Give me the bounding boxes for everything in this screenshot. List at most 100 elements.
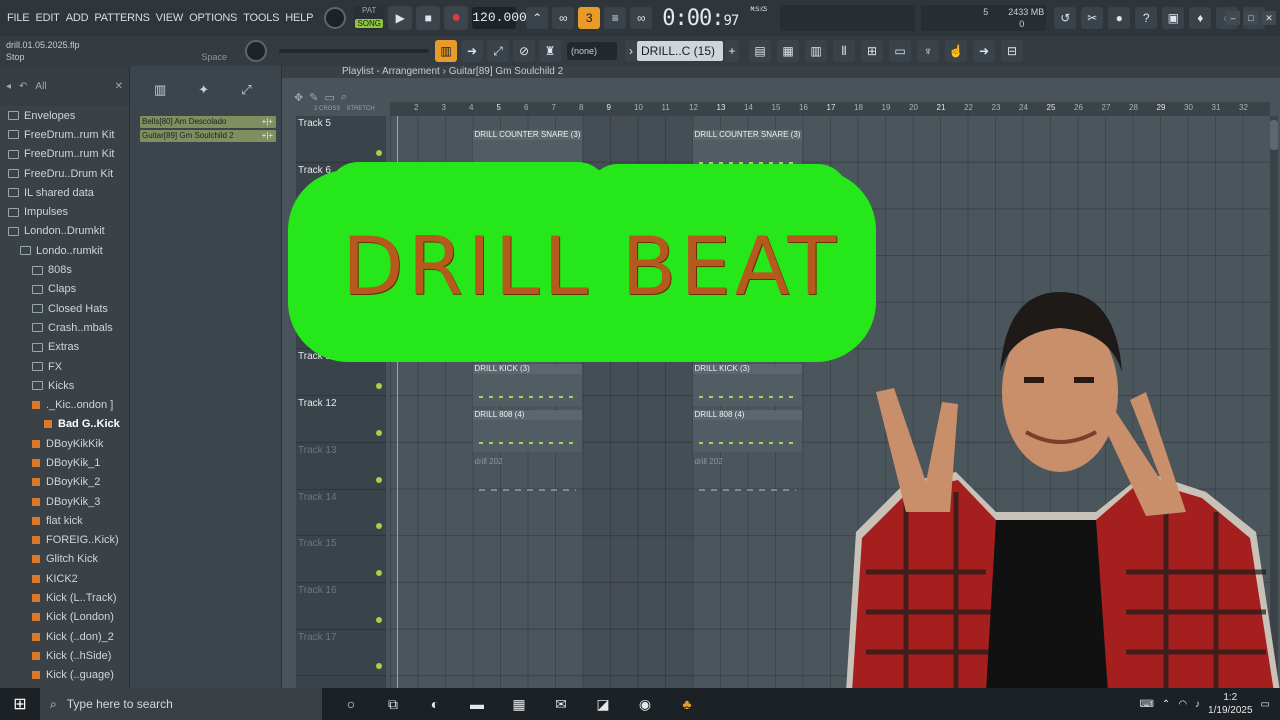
browser-sample[interactable]: flat kick (0, 511, 129, 530)
pat-song-toggle[interactable]: PAT SONG (354, 6, 385, 30)
touch-icon[interactable]: ☝ (945, 40, 967, 62)
browser-sample[interactable]: Kick (L..Track) (0, 588, 129, 607)
track-mute-led[interactable] (376, 476, 382, 483)
channel-item[interactable]: Bells[80] Am Descolado (140, 116, 276, 128)
browser-folder[interactable]: Claps (0, 280, 129, 299)
piano-icon[interactable]: ▥ (805, 40, 827, 62)
close-icon[interactable]: ✕ (1262, 11, 1276, 25)
stamp-icon[interactable]: ♜ (539, 40, 561, 62)
menu-item-file[interactable]: FILE (4, 12, 32, 24)
track-mute-led[interactable] (376, 663, 382, 670)
browser-sample[interactable]: Glitch Kick (0, 550, 129, 569)
browser-sample[interactable]: DBoyKikKik (0, 434, 129, 453)
browser-folder[interactable]: Crash..mbals (0, 318, 129, 337)
browser-sample[interactable]: KICK2 (0, 569, 129, 588)
browser-folder[interactable]: FX (0, 357, 129, 376)
menu-item-view[interactable]: VIEW (153, 12, 186, 24)
browser-folder[interactable]: Londo..rumkit (0, 241, 129, 260)
add-pattern-icon[interactable]: + (725, 40, 739, 62)
track-header[interactable]: Track 16 (296, 583, 386, 630)
tempo-display[interactable]: 120.000 (472, 7, 527, 29)
arrow-icon[interactable]: ➜ (461, 40, 483, 62)
help-icon[interactable]: ? (1135, 7, 1158, 29)
stretch-option[interactable]: STRETCH (346, 106, 374, 112)
project-icon[interactable]: ▭ (889, 40, 911, 62)
automation-icon[interactable]: ⤢ (241, 82, 251, 98)
clock[interactable]: 1:2 1/19/2025 (1208, 691, 1253, 717)
menu-item-patterns[interactable]: PATTERNS (91, 12, 152, 24)
track-mute-led[interactable] (376, 383, 382, 390)
task-view-icon[interactable]: ⧉ (382, 693, 404, 715)
browser-folder[interactable]: FreeDrum..rum Kit (0, 125, 129, 144)
blend-notes-icon[interactable]: ≡ (604, 7, 627, 29)
tool-arrow-icon[interactable]: ✥ (294, 91, 303, 104)
browser-icon[interactable]: ⊞ (861, 40, 883, 62)
browser-undo-icon[interactable]: ↶ (19, 81, 27, 92)
tempo-slider[interactable] (279, 49, 429, 53)
browser-folder[interactable]: London..Drumkit (0, 222, 129, 241)
pattern-clip[interactable]: DRILL 808 (4) (472, 410, 582, 453)
media-icon[interactable]: ◉ (634, 693, 656, 715)
tray-arrow-icon[interactable]: ⌃ (1162, 699, 1170, 710)
timeline-ruler[interactable]: 2 3 4 5 6 7 8 9 10 11 12 13 14 15 16 17 18 19 20 21 22 23 24 25… (390, 102, 1270, 116)
browser-folder[interactable]: Impulses (0, 202, 129, 221)
track-header[interactable]: Track 13 (296, 443, 386, 490)
track-mute-led[interactable] (376, 149, 382, 156)
browser-folder[interactable]: 808s (0, 260, 129, 279)
browser-folder[interactable]: FreeDru..Drum Kit (0, 164, 129, 183)
play-button[interactable]: ▶ (388, 6, 413, 30)
tool-zoom-icon[interactable]: ⌕ (341, 91, 347, 104)
piano-keys-icon[interactable]: ▥ (154, 82, 166, 98)
channel-item[interactable]: Guitar[89] Gm Soulchild 2 (140, 130, 276, 142)
wait-record-icon[interactable]: ∞ (552, 7, 575, 29)
browser-arrow-icon[interactable]: ◂ (6, 81, 11, 92)
waveform-icon[interactable]: ✦ (198, 82, 209, 98)
track-mute-led[interactable] (376, 616, 382, 623)
pattern-clip[interactable]: drill 202 (473, 457, 582, 499)
volume-icon[interactable]: ♪ (1195, 699, 1200, 710)
mic-icon[interactable]: ● (1108, 7, 1131, 29)
track-mute-led[interactable] (376, 523, 382, 530)
save-icon[interactable]: ▣ (1162, 7, 1185, 29)
edge-icon[interactable]: ◐ (424, 693, 446, 715)
scroll-thumb[interactable] (1270, 120, 1278, 150)
menu-item-options[interactable]: OPTIONS (186, 12, 240, 24)
browser-sample[interactable]: Kick (..guage) (0, 666, 129, 685)
browser-filter[interactable]: All (35, 81, 46, 92)
pattern-clip[interactable]: drill 202 (693, 457, 802, 499)
snap-select[interactable]: (none) (567, 42, 617, 60)
metronome-icon[interactable]: ⌃ (526, 7, 549, 29)
fl-studio-icon[interactable]: ♣ (676, 693, 698, 715)
browser-folder[interactable]: Envelopes (0, 106, 129, 125)
file-explorer-icon[interactable]: ▬ (466, 693, 488, 715)
browser-sample[interactable]: DBoyKik_3 (0, 492, 129, 511)
paint-icon[interactable]: ⤢ (487, 40, 509, 62)
plugin-db-icon[interactable]: ♆ (917, 40, 939, 62)
browser-folder[interactable]: Closed Hats (0, 299, 129, 318)
notifications-icon[interactable]: ▭ (1261, 699, 1270, 710)
taskbar-search[interactable]: ⌕ Type here to search (40, 688, 322, 720)
cross-option[interactable]: 2 CROSS (314, 106, 340, 112)
mail-icon[interactable]: ✉ (550, 693, 572, 715)
track-header[interactable]: Track 5 (296, 116, 386, 163)
channel-rack-icon[interactable]: ▦ (777, 40, 799, 62)
menu-item-tools[interactable]: TOOLS (240, 12, 282, 24)
track-header[interactable]: Track 14 (296, 490, 386, 537)
network-icon[interactable]: ◠ (1178, 699, 1187, 710)
record-button[interactable]: ● (444, 6, 469, 30)
plugin-icon[interactable]: ♦ (1189, 7, 1212, 29)
master-volume-knob[interactable] (324, 7, 347, 29)
tool-select-icon[interactable]: ▭ (324, 91, 334, 104)
stop-button[interactable]: ■ (416, 6, 441, 30)
piano-roll-icon[interactable]: ▥ (435, 40, 457, 62)
playlist-icon[interactable]: ▤ (749, 40, 771, 62)
browser-sample[interactable]: ._Kic..ondon ] (0, 395, 129, 414)
windows-start-icon[interactable]: ⊞ (0, 694, 40, 714)
countdown-icon[interactable]: 3 (578, 7, 601, 29)
browser-sample[interactable]: FOREIG..Kick) (0, 531, 129, 550)
master-pitch-knob[interactable] (245, 40, 267, 62)
pattern-clip[interactable]: DRILL KICK (3) (472, 363, 582, 406)
export-icon[interactable]: ➜ (973, 40, 995, 62)
menu-item-add[interactable]: ADD (63, 12, 92, 24)
browser-sample[interactable]: Bad G..Kick (0, 415, 129, 434)
